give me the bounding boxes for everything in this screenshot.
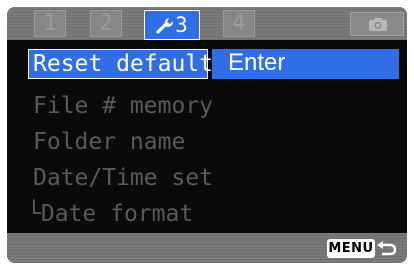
camera-menu-screen: 1 2 3 4 Reset default Enter File # memor… (7, 7, 407, 263)
footer-bar: MENU (7, 233, 407, 263)
menu-item-date-format[interactable]: └Date format (7, 197, 407, 231)
tab-setup-label: 3 (175, 13, 188, 37)
date-time-set-label: Date/Time set (33, 165, 214, 191)
reset-default-value-box[interactable]: Enter (212, 49, 399, 79)
menu-item-folder-name[interactable]: Folder name (7, 125, 407, 159)
setup-menu: Reset default Enter File # memory Folder… (7, 40, 407, 235)
tab-1[interactable]: 1 (34, 10, 66, 37)
menu-item-file-memory[interactable]: File # memory (7, 89, 407, 123)
menu-item-reset-default[interactable]: Reset default Enter (7, 49, 407, 79)
file-memory-label: File # memory (33, 93, 214, 119)
menu-badge: MENU (327, 239, 375, 258)
selected-item-highlight: Reset default (28, 49, 213, 79)
tab-setup[interactable]: 3 (144, 10, 200, 40)
return-arrow-icon (377, 241, 397, 256)
reset-default-value: Enter (228, 49, 286, 76)
menu-item-date-time-set[interactable]: Date/Time set (7, 161, 407, 195)
submenu-branch-icon: └ (27, 201, 41, 227)
menu-tab-bar: 1 2 3 4 (7, 7, 407, 40)
camera-icon (369, 18, 387, 31)
tab-2-label: 2 (99, 11, 113, 36)
tab-4[interactable]: 4 (223, 10, 255, 37)
wrench-icon (156, 11, 174, 39)
tab-2[interactable]: 2 (90, 10, 122, 37)
tab-1-label: 1 (43, 11, 57, 36)
menu-back-button[interactable]: MENU (327, 239, 399, 258)
reset-default-label: Reset default (33, 51, 214, 77)
folder-name-label: Folder name (33, 129, 186, 155)
date-format-label: Date format (40, 201, 194, 227)
tab-camera[interactable] (350, 12, 404, 36)
tab-4-label: 4 (232, 11, 246, 36)
